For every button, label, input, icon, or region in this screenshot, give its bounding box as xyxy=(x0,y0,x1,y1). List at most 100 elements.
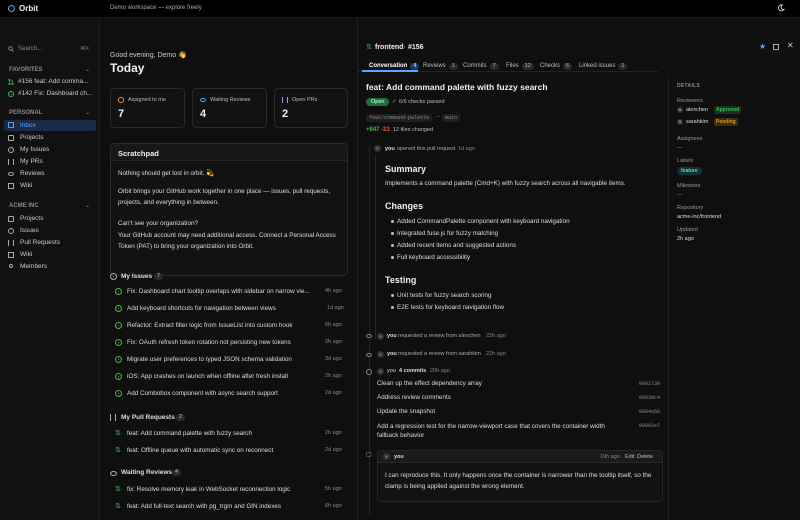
greeting: Good evening, Demo 👋 xyxy=(110,52,187,59)
home-panel: Good evening, Demo 👋 Today Assigned to m… xyxy=(100,18,358,520)
body-list-item: Full keyboard accessibility xyxy=(397,254,471,261)
commit-sha[interactable]: 0001730 xyxy=(639,381,660,387)
pr-open-icon: ⇅ xyxy=(115,503,121,510)
tab-checks[interactable]: Checks 6 xyxy=(540,63,573,70)
pr-icon: ⇅ xyxy=(366,44,372,51)
commit-list: Clean up the effect dependency array 000… xyxy=(377,377,663,447)
comment-body: I can reproduce this. It only happens on… xyxy=(385,472,652,490)
bullet-icon xyxy=(391,244,394,247)
assignees-value[interactable]: — xyxy=(677,145,683,151)
eye-icon xyxy=(110,471,117,476)
body-list-item: Integrated fuse.js for fuzzy matching xyxy=(397,230,499,237)
edit-button[interactable]: Edit xyxy=(625,454,634,460)
sidebar-item-inbox[interactable]: Inbox xyxy=(4,120,96,131)
item-title: feat: Add command palette with fuzzy sea… xyxy=(127,430,252,437)
members-icon xyxy=(9,264,13,268)
tab-count: 1 xyxy=(618,63,628,70)
section-count: 7 xyxy=(154,273,164,280)
scratchpad-line: Nothing should get lost in orbit. 💫 xyxy=(118,170,215,177)
folder-icon xyxy=(8,216,14,222)
event-time: 22h ago xyxy=(486,333,506,339)
commit-sha[interactable]: 0004a56 xyxy=(639,409,660,415)
delete-button[interactable]: Delete xyxy=(637,454,653,460)
inbox-icon xyxy=(8,122,14,128)
item-title: Add keyboard shortcuts for navigation be… xyxy=(127,305,276,312)
section-count: 4 xyxy=(172,469,182,476)
stat-card-waiting[interactable]: Waiting Reviews 4 xyxy=(192,88,267,128)
top-bar: Orbit Demo workspace — explore freely xyxy=(0,0,800,18)
item-time: 3d ago xyxy=(325,356,342,362)
item-title: fix: Resolve memory leak in WebSocket re… xyxy=(127,486,291,493)
item-title: Migrate user preferences to typed JSON s… xyxy=(127,356,292,363)
sidebar-item-label: Wiki xyxy=(20,251,33,258)
issues-list: Fix: Dashboard chart tooltip overlaps wi… xyxy=(100,288,357,408)
tab-commits[interactable]: Commits 7 xyxy=(463,63,499,70)
body-heading: Summary xyxy=(385,164,427,174)
pull-request-icon xyxy=(8,159,14,165)
theme-toggle-moon-icon[interactable] xyxy=(777,4,785,12)
star-icon[interactable]: ★ xyxy=(759,42,766,51)
tab-conversation[interactable]: Conversation 4 xyxy=(369,63,420,70)
section-count: 2 xyxy=(176,414,186,421)
eye-icon xyxy=(200,98,206,102)
issue-icon xyxy=(110,273,117,280)
commit-sha[interactable]: 00930c4 xyxy=(639,395,660,401)
stat-label: Assigned to me xyxy=(128,97,166,103)
section-title: Waiting Reviews xyxy=(121,469,173,476)
milestone-value[interactable]: — xyxy=(677,192,683,198)
event-user: you xyxy=(387,368,396,374)
bullet-icon xyxy=(391,220,394,223)
search-box[interactable]: Search... ⌘K xyxy=(6,44,94,55)
flame-icon xyxy=(118,97,124,103)
open-issue-icon xyxy=(115,322,122,329)
stat-card-open-prs[interactable]: Open PRs 2 xyxy=(274,88,348,128)
item-title: iOS: App crashes on launch when offline … xyxy=(127,373,288,380)
tab-files[interactable]: Files 12 xyxy=(506,63,534,70)
tab-linked-issues[interactable]: Linked issues 1 xyxy=(579,63,628,70)
tab-label: Linked issues xyxy=(579,63,616,69)
scratchpad[interactable]: Scratchpad Nothing should get lost in or… xyxy=(110,143,348,276)
review-status-badge: Approved xyxy=(714,106,742,114)
open-external-icon[interactable] xyxy=(773,44,779,50)
book-icon xyxy=(8,183,14,189)
item-title: feat: Offline queue with automatic sync … xyxy=(127,447,274,454)
favorites-heading: FAVORITES xyxy=(9,67,43,73)
scratchpad-line: Can't see your organization? xyxy=(118,220,198,227)
event-user: you xyxy=(387,333,397,339)
eye-icon xyxy=(8,172,14,176)
favorites-collapse-chevron-icon[interactable]: ⌄ xyxy=(85,66,90,73)
sidebar-item-label: Wiki xyxy=(20,182,33,189)
scratchpad-title: Scratchpad xyxy=(118,149,159,158)
pr-state-badge: Open xyxy=(366,98,390,106)
tab-label: Conversation xyxy=(369,63,408,69)
stat-card-assigned[interactable]: Assigned to me 7 xyxy=(110,88,185,128)
item-time: 2h ago xyxy=(325,430,342,436)
pr-open-icon: ⇅ xyxy=(115,486,121,493)
tab-count: 1 xyxy=(448,63,458,70)
org-collapse-chevron-icon[interactable]: ⌄ xyxy=(85,202,90,209)
comment-time: 19h ago xyxy=(600,454,620,460)
open-issue-icon xyxy=(115,356,122,363)
reviewer-name: alexchen xyxy=(686,107,709,113)
item-time: 4h ago xyxy=(325,288,342,294)
event-time: 22h ago xyxy=(486,351,506,357)
updated-label: Updated xyxy=(677,227,698,233)
personal-collapse-chevron-icon[interactable]: ⌄ xyxy=(85,109,90,116)
repository-value[interactable]: acme-inc/frontend xyxy=(677,214,721,220)
stat-value: 4 xyxy=(200,108,207,120)
label-badge[interactable]: feature xyxy=(677,167,702,175)
personal-heading: PERSONAL xyxy=(9,110,43,116)
commit-sha[interactable]: 00003e7 xyxy=(639,423,660,429)
review-status-badge: Pending xyxy=(714,118,738,126)
comment-user: you xyxy=(394,454,404,460)
sidebar-item-label: Projects xyxy=(20,134,44,141)
deletions: -23 xyxy=(381,127,390,133)
commit-icon xyxy=(366,369,372,375)
tab-count: 7 xyxy=(489,63,499,70)
issue-icon xyxy=(8,147,14,153)
close-icon[interactable]: ✕ xyxy=(787,41,794,50)
open-issue-icon xyxy=(115,339,122,346)
tab-reviews[interactable]: Reviews 1 xyxy=(423,63,458,70)
workspace-label: Demo workspace — explore freely xyxy=(110,5,202,11)
item-title: Fix: OAuth refresh token rotation not pe… xyxy=(127,339,291,346)
